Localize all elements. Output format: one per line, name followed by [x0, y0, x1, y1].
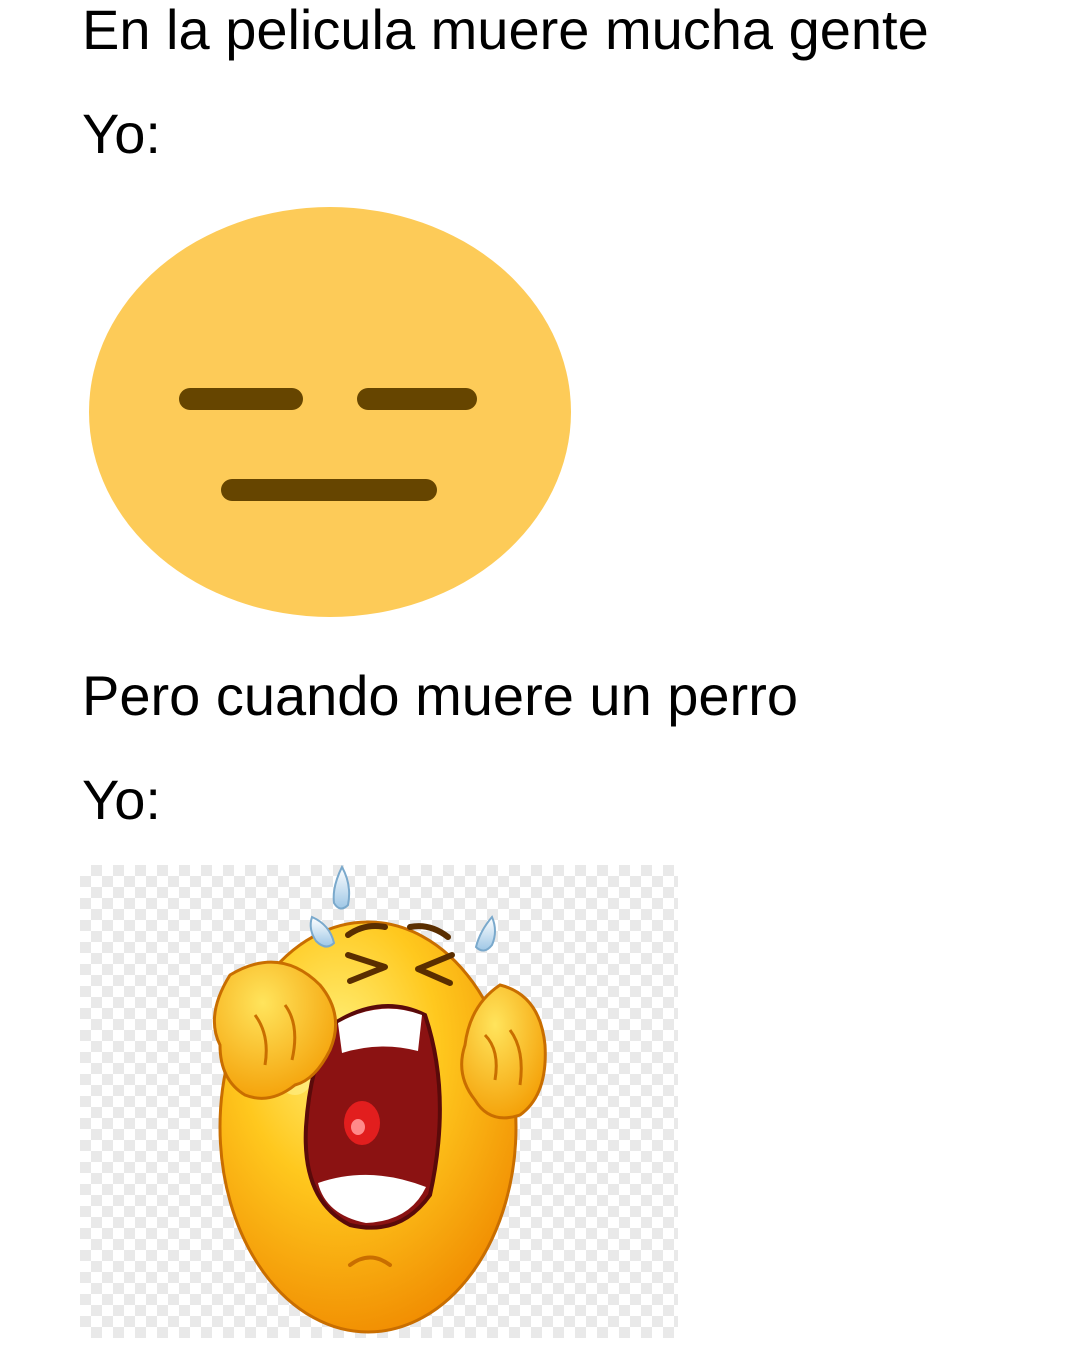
- expressionless-face-icon: [89, 207, 571, 617]
- setup-text-2: Pero cuando muere un perro: [82, 664, 798, 727]
- reaction-label-1: Yo:: [82, 102, 161, 165]
- setup-text-1: En la pelicula muere mucha gente: [82, 0, 929, 61]
- crying-face-icon: [212, 865, 547, 1334]
- checkerboard-background: [80, 865, 678, 1338]
- reaction-label-2: Yo:: [82, 768, 161, 831]
